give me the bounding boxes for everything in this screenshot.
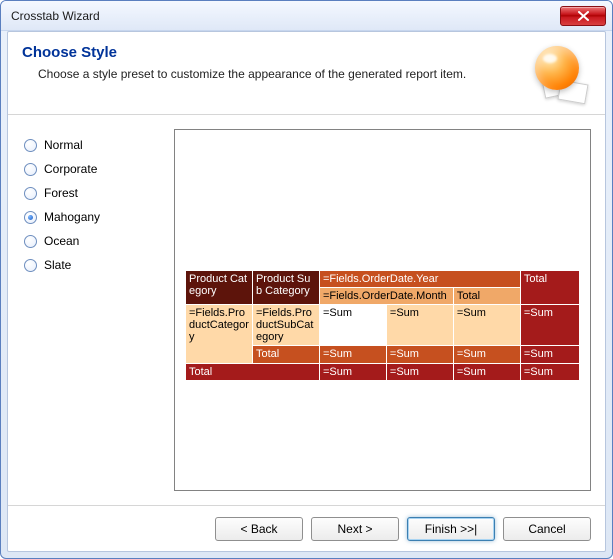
row-field-1: =Fields.ProductCategory bbox=[186, 305, 253, 363]
back-button[interactable]: < Back bbox=[215, 517, 303, 541]
style-option-label: Normal bbox=[44, 138, 83, 152]
content-area: Choose Style Choose a style preset to cu… bbox=[7, 31, 606, 552]
header-text: Choose Style Choose a style preset to cu… bbox=[22, 44, 466, 81]
col-header-year: =Fields.OrderDate.Year bbox=[319, 271, 520, 288]
radio-icon bbox=[24, 187, 37, 200]
grand-total-header: Total bbox=[186, 363, 320, 380]
close-icon bbox=[578, 11, 589, 21]
data-cell: =Sum bbox=[319, 346, 386, 363]
row-total-cell: =Sum bbox=[520, 346, 579, 363]
style-option-slate[interactable]: Slate bbox=[22, 253, 162, 277]
grand-total-cell: =Sum bbox=[453, 363, 520, 380]
grand-total-cell: =Sum bbox=[520, 363, 579, 380]
titlebar: Crosstab Wizard bbox=[1, 1, 612, 31]
row-header-2: Product Sub Category bbox=[252, 271, 319, 305]
style-option-label: Mahogany bbox=[44, 210, 100, 224]
style-option-label: Slate bbox=[44, 258, 71, 272]
wizard-icon bbox=[523, 44, 591, 104]
style-option-label: Corporate bbox=[44, 162, 97, 176]
row-header-1: Product Category bbox=[186, 271, 253, 305]
col-subtotal-header: Total bbox=[453, 288, 520, 305]
row-subtotal-header: Total bbox=[252, 346, 319, 363]
page-title: Choose Style bbox=[22, 44, 466, 61]
col-header-month: =Fields.OrderDate.Month bbox=[319, 288, 453, 305]
radio-icon bbox=[24, 235, 37, 248]
style-option-label: Ocean bbox=[44, 234, 79, 248]
style-option-label: Forest bbox=[44, 186, 78, 200]
data-cell: =Sum bbox=[386, 305, 453, 346]
radio-icon bbox=[24, 259, 37, 272]
style-option-forest[interactable]: Forest bbox=[22, 181, 162, 205]
next-button[interactable]: Next > bbox=[311, 517, 399, 541]
crosstab-preview: Product Category Product Sub Category =F… bbox=[185, 270, 580, 381]
radio-icon bbox=[24, 139, 37, 152]
close-button[interactable] bbox=[560, 6, 606, 26]
data-cell: =Sum bbox=[319, 305, 386, 346]
finish-button[interactable]: Finish >>| bbox=[407, 517, 495, 541]
style-option-corporate[interactable]: Corporate bbox=[22, 157, 162, 181]
style-option-mahogany[interactable]: Mahogany bbox=[22, 205, 162, 229]
row-total-cell: =Sum bbox=[520, 305, 579, 346]
radio-icon bbox=[24, 163, 37, 176]
style-option-normal[interactable]: Normal bbox=[22, 133, 162, 157]
wizard-header: Choose Style Choose a style preset to cu… bbox=[8, 32, 605, 115]
grand-total-cell: =Sum bbox=[319, 363, 386, 380]
style-preview-pane: Product Category Product Sub Category =F… bbox=[174, 129, 591, 491]
wizard-footer: < Back Next > Finish >>| Cancel bbox=[8, 505, 605, 551]
data-cell: =Sum bbox=[453, 305, 520, 346]
cancel-button[interactable]: Cancel bbox=[503, 517, 591, 541]
col-total-header: Total bbox=[520, 271, 579, 305]
wizard-window: Crosstab Wizard Choose Style Choose a st… bbox=[0, 0, 613, 559]
radio-icon bbox=[24, 211, 37, 224]
style-list: Normal Corporate Forest Mahogany Ocean bbox=[22, 129, 162, 491]
window-title: Crosstab Wizard bbox=[11, 9, 100, 23]
wizard-body: Normal Corporate Forest Mahogany Ocean bbox=[8, 115, 605, 505]
data-cell: =Sum bbox=[453, 346, 520, 363]
style-option-ocean[interactable]: Ocean bbox=[22, 229, 162, 253]
data-cell: =Sum bbox=[386, 346, 453, 363]
row-field-2: =Fields.ProductSubCategory bbox=[252, 305, 319, 346]
page-subtitle: Choose a style preset to customize the a… bbox=[38, 67, 466, 81]
grand-total-cell: =Sum bbox=[386, 363, 453, 380]
